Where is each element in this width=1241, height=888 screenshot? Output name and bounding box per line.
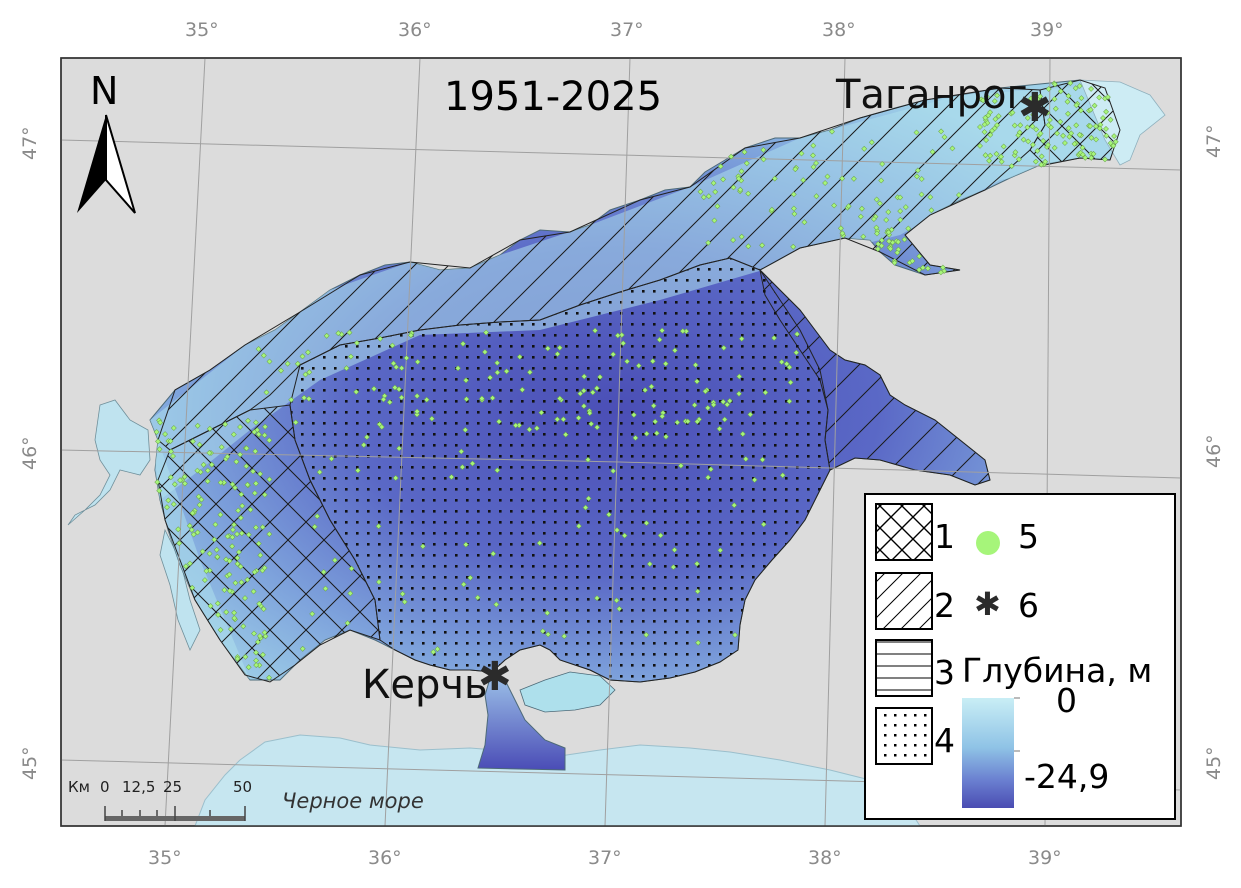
legend-swatch-1: [875, 503, 933, 561]
svg-text:36°: 36°: [368, 847, 402, 869]
svg-text:3: 3: [934, 653, 955, 692]
svg-text:37°: 37°: [610, 19, 644, 41]
longitude-ticks-top: 35° 36° 37° 38° 39°: [185, 19, 1064, 41]
svg-text:45°: 45°: [1203, 746, 1225, 780]
svg-text:38°: 38°: [822, 19, 856, 41]
svg-text:47°: 47°: [19, 126, 41, 160]
svg-text:47°: 47°: [1203, 124, 1225, 158]
svg-text:4: 4: [934, 721, 955, 760]
svg-text:0: 0: [1056, 681, 1077, 720]
sea-label: Черное море: [282, 789, 424, 813]
svg-text:39°: 39°: [1028, 847, 1062, 869]
latitude-ticks-left: 47° 46° 45°: [19, 126, 41, 780]
svg-text:Км: Км: [68, 778, 90, 796]
svg-text:37°: 37°: [588, 847, 622, 869]
star-icon: ✱: [1018, 85, 1052, 131]
svg-text:1: 1: [934, 517, 955, 556]
svg-text:6: 6: [1018, 586, 1039, 625]
svg-text:-24,9: -24,9: [1024, 757, 1109, 796]
city-label-taganrog: Таганрог: [835, 72, 1028, 118]
legend-swatch-2: [875, 572, 933, 630]
svg-text:38°: 38°: [808, 847, 842, 869]
svg-text:0: 0: [100, 778, 110, 796]
legend: 1 2 3 4 5 ✱ 6 Глубина, м 0 -24,9: [864, 493, 1176, 820]
latitude-ticks-right: 47° 46° 45°: [1203, 124, 1225, 780]
svg-text:5: 5: [1018, 517, 1039, 556]
svg-text:35°: 35°: [148, 847, 182, 869]
svg-text:46°: 46°: [19, 436, 41, 470]
svg-text:35°: 35°: [185, 19, 219, 41]
star-icon: ✱: [974, 585, 1001, 623]
map: Черное море 35° 36° 37° 38° 39° 35° 36° …: [19, 19, 1225, 869]
svg-text:46°: 46°: [1203, 434, 1225, 468]
legend-swatch-3: [875, 639, 933, 697]
longitude-ticks-bottom: 35° 36° 37° 38° 39°: [148, 847, 1062, 869]
legend-swatch-4: [875, 707, 933, 765]
svg-text:39°: 39°: [1030, 19, 1064, 41]
depth-color-ramp: [962, 698, 1014, 808]
svg-text:50: 50: [233, 778, 252, 796]
star-icon: ✱: [478, 654, 512, 700]
period-title: 1951-2025: [444, 74, 662, 120]
city-label-kerch: Керчь: [362, 662, 488, 708]
svg-text:45°: 45°: [19, 746, 41, 780]
green-circle-icon: [976, 531, 1000, 555]
svg-text:12,5: 12,5: [122, 778, 155, 796]
svg-text:N: N: [90, 69, 118, 113]
svg-text:36°: 36°: [398, 19, 432, 41]
svg-text:2: 2: [934, 586, 955, 625]
svg-text:25: 25: [163, 778, 182, 796]
